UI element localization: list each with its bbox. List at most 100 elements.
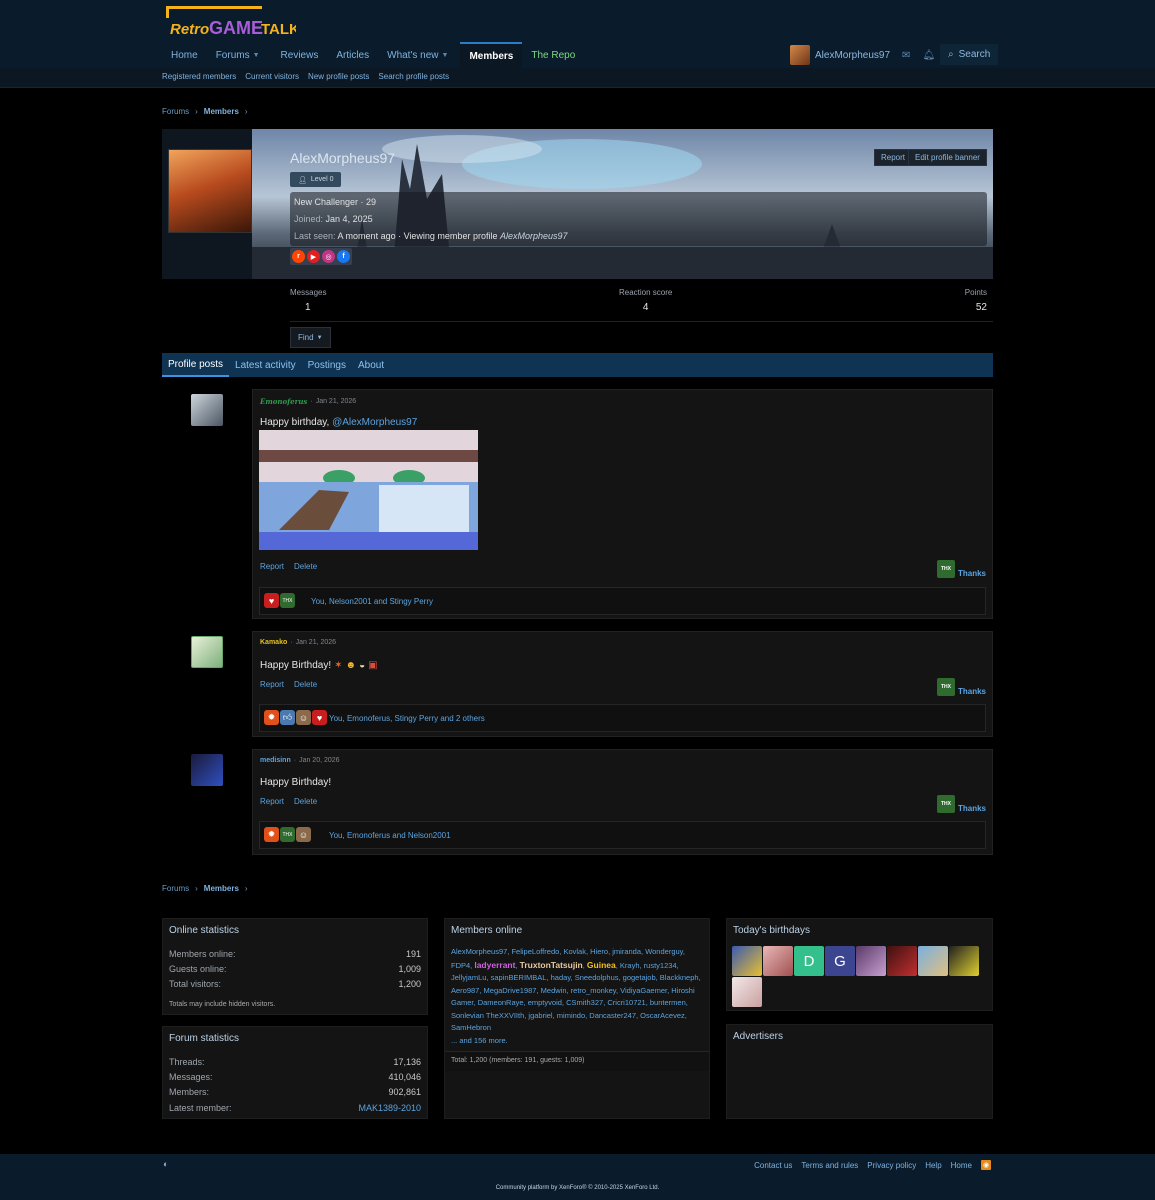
member-online-link[interactable]: Blackkneph (660, 973, 699, 982)
delete-link[interactable]: Delete (294, 680, 317, 689)
facebook-icon[interactable]: f (337, 250, 350, 263)
tab-latest-activity[interactable]: Latest activity (229, 353, 302, 377)
member-online-link[interactable]: rusty1234 (644, 961, 677, 970)
footer-link-privacy[interactable]: Privacy policy (867, 1161, 916, 1170)
member-online-link[interactable]: MegaDrive1987 (484, 986, 537, 995)
reactions-bar[interactable]: ✹ THX ☺ You, Emonoferus and Nelson2001 (259, 821, 986, 849)
subnav-new-profile-posts[interactable]: New profile posts (308, 72, 369, 81)
subnav-search-profile-posts[interactable]: Search profile posts (378, 72, 449, 81)
subnav-registered-members[interactable]: Registered members (162, 72, 236, 81)
report-link[interactable]: Report (260, 562, 284, 571)
post-image[interactable] (259, 430, 478, 550)
instagram-icon[interactable]: ◎ (322, 250, 335, 263)
user-menu[interactable]: AlexMorpheus97 ✉ 🔔︎ (790, 45, 935, 65)
member-online-link[interactable]: FelipeLoffredo (511, 947, 559, 956)
chevron-down-icon[interactable]: ▼ (439, 52, 452, 59)
member-online-link[interactable]: Sonlevian TheXXVIIth (451, 1011, 524, 1020)
member-online-link[interactable]: TruxtonTatsujin (520, 960, 583, 970)
reddit-icon[interactable]: r (292, 250, 305, 263)
member-online-link[interactable]: Kovlak (563, 947, 586, 956)
youtube-icon[interactable]: ▶ (307, 250, 320, 263)
avatar[interactable] (918, 946, 948, 976)
member-online-link[interactable]: haday (551, 973, 571, 982)
member-online-link[interactable]: CSmith327 (566, 998, 603, 1007)
tab-profile-posts[interactable]: Profile posts (162, 353, 230, 377)
stat-value[interactable]: 4 (619, 302, 672, 313)
thanks-button[interactable]: THX Thanks (936, 678, 986, 696)
member-online-link[interactable]: Krayh (620, 961, 640, 970)
last-seen-link[interactable]: AlexMorpheus97 (500, 231, 568, 241)
search-button[interactable]: ⌕ Search (940, 44, 999, 65)
member-online-link[interactable]: retro_monkey (571, 986, 616, 995)
site-logo[interactable]: Retro GAME TALK (164, 6, 300, 40)
nav-home[interactable]: Home (162, 42, 207, 68)
nav-the-repo[interactable]: The Repo (522, 42, 584, 68)
avatar[interactable]: D (794, 946, 824, 976)
member-online-link[interactable]: Hiero (590, 947, 608, 956)
tab-postings[interactable]: Postings (302, 353, 352, 377)
breadcrumb-members[interactable]: Members (204, 107, 239, 116)
chevron-down-icon[interactable]: ▼ (250, 52, 263, 59)
stat-value[interactable]: 52 (965, 302, 987, 313)
post-date[interactable]: Jan 21, 2026 (296, 639, 336, 646)
avatar[interactable] (191, 394, 223, 426)
post-author[interactable]: Kamako (260, 639, 287, 646)
member-online-link[interactable]: emptyvoid (528, 998, 562, 1007)
tab-about[interactable]: About (352, 353, 390, 377)
delete-link[interactable]: Delete (294, 562, 317, 571)
breadcrumb-members[interactable]: Members (204, 884, 239, 893)
reactions-bar[interactable]: ✹ 👍︎ ☺ ♥ You, Emonoferus, Stingy Perry a… (259, 704, 986, 732)
profile-avatar[interactable] (168, 149, 252, 233)
member-online-link[interactable]: Cricri10721 (607, 998, 645, 1007)
post-date[interactable]: Jan 21, 2026 (316, 398, 356, 405)
post-author[interactable]: Emonoferus (260, 397, 307, 406)
latest-member-link[interactable]: MAK1389-2010 (358, 1103, 421, 1113)
bell-icon[interactable]: 🔔︎ (922, 50, 935, 61)
find-menu-button[interactable]: Find ▼ (290, 327, 331, 348)
nav-reviews[interactable]: Reviews (272, 42, 328, 68)
member-online-link[interactable]: gogetajob (623, 973, 656, 982)
breadcrumb-forums[interactable]: Forums (162, 107, 189, 116)
member-online-link[interactable]: DameonRaye (478, 998, 524, 1007)
post-date[interactable]: Jan 20, 2026 (299, 757, 339, 764)
stat-value[interactable]: 1 (305, 302, 326, 313)
member-online-link[interactable]: JellyjamLu (451, 973, 486, 982)
member-online-link[interactable]: OscarAcevez (640, 1011, 685, 1020)
nav-articles[interactable]: Articles (327, 42, 378, 68)
member-online-link[interactable]: FDP4 (451, 961, 470, 970)
post-author[interactable]: medisinn (260, 757, 291, 764)
breadcrumb-forums[interactable]: Forums (162, 884, 189, 893)
member-online-link[interactable]: Medwin (541, 986, 567, 995)
avatar[interactable] (949, 946, 979, 976)
member-online-link[interactable]: jgabriel (528, 1011, 552, 1020)
avatar[interactable] (763, 946, 793, 976)
thanks-button[interactable]: THX Thanks (936, 560, 986, 578)
member-online-link[interactable]: Dancaster247 (589, 1011, 636, 1020)
avatar[interactable] (732, 977, 762, 1007)
rss-icon[interactable]: ◉ (981, 1160, 991, 1170)
nav-members[interactable]: Members (460, 42, 523, 68)
report-button[interactable]: Report (874, 149, 913, 166)
member-online-link[interactable]: buntermen (650, 998, 686, 1007)
mention-link[interactable]: @AlexMorpheus97 (332, 417, 417, 428)
report-link[interactable]: Report (260, 797, 284, 806)
footer-link-help[interactable]: Help (925, 1161, 941, 1170)
avatar[interactable] (856, 946, 886, 976)
member-online-link[interactable]: Sneedolphus (575, 973, 619, 982)
edit-banner-button[interactable]: Edit profile banner (908, 149, 987, 166)
member-online-link[interactable]: Guinea (587, 960, 616, 970)
delete-link[interactable]: Delete (294, 797, 317, 806)
reactors-list[interactable]: You, Emonoferus and Nelson2001 (329, 831, 451, 840)
member-online-link[interactable]: AlexMorpheus97 (451, 947, 507, 956)
member-online-link[interactable]: SamHebron (451, 1023, 491, 1032)
member-online-link[interactable]: Aero987 (451, 986, 479, 995)
theme-toggle-icon[interactable]: ◐ (163, 1159, 168, 1169)
avatar[interactable] (191, 636, 223, 668)
footer-link-home[interactable]: Home (951, 1161, 972, 1170)
reactors-list[interactable]: You, Emonoferus, Stingy Perry and 2 othe… (329, 714, 485, 723)
nav-forums[interactable]: Forums ▼ (207, 42, 272, 68)
avatar[interactable] (732, 946, 762, 976)
avatar[interactable]: G (825, 946, 855, 976)
footer-link-terms[interactable]: Terms and rules (801, 1161, 858, 1170)
member-online-link[interactable]: mimindo (557, 1011, 585, 1020)
